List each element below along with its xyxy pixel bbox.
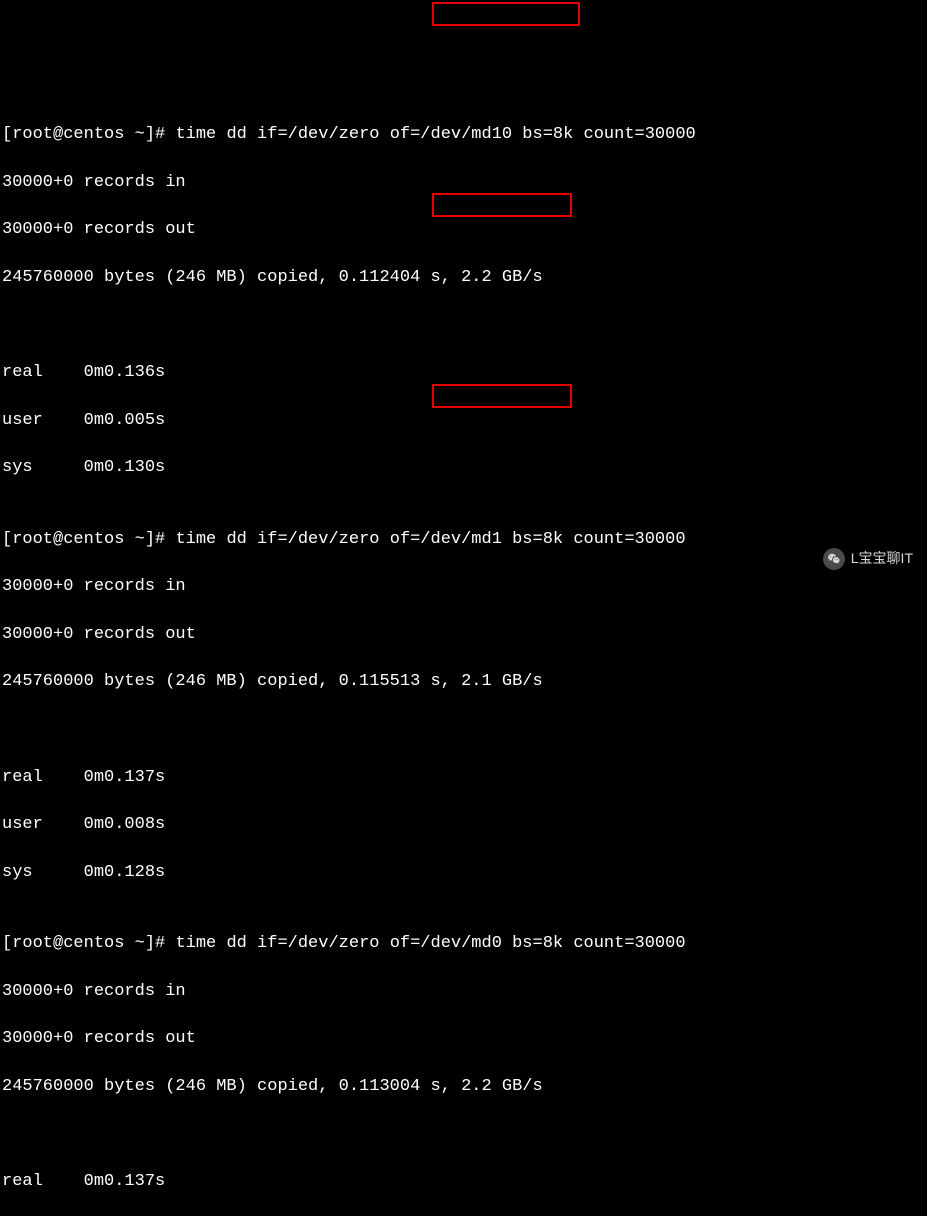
time-real: real 0m0.137s [2, 766, 925, 790]
cmd-of-arg: of=/dev/md10 [390, 125, 512, 144]
records-in: 30000+0 records in [2, 171, 925, 195]
wechat-icon [823, 548, 845, 570]
records-out: 30000+0 records out [2, 218, 925, 242]
copy-summary: 245760000 bytes (246 MB) copied, 0.11240… [2, 266, 925, 290]
time-real: real 0m0.137s [2, 1170, 925, 1194]
terminal-line: [root@centos ~]# time dd if=/dev/zero of… [2, 528, 925, 552]
highlight-box [432, 193, 572, 217]
prompt: [root@centos ~]# [2, 934, 175, 953]
time-sys: sys 0m0.130s [2, 456, 925, 480]
cmd-post: bs=8k count=30000 [502, 530, 686, 549]
records-out: 30000+0 records out [2, 623, 925, 647]
cmd-of-arg: of=/dev/md0 [390, 934, 502, 953]
blank-line [2, 313, 925, 337]
highlight-box [432, 384, 572, 408]
copy-summary: 245760000 bytes (246 MB) copied, 0.11551… [2, 670, 925, 694]
watermark: L宝宝聊IT [823, 548, 913, 570]
terminal-line: [root@centos ~]# time dd if=/dev/zero of… [2, 123, 925, 147]
time-user: user 0m0.008s [2, 813, 925, 837]
copy-summary: 245760000 bytes (246 MB) copied, 0.11300… [2, 1075, 925, 1099]
cmd-post: bs=8k count=30000 [502, 934, 686, 953]
cmd-post: bs=8k count=30000 [512, 125, 696, 144]
cmd-pre: time dd if=/dev/zero [175, 934, 389, 953]
time-user: user 0m0.005s [2, 409, 925, 433]
prompt: [root@centos ~]# [2, 125, 175, 144]
cmd-pre: time dd if=/dev/zero [175, 125, 389, 144]
records-in: 30000+0 records in [2, 575, 925, 599]
terminal-line: [root@centos ~]# time dd if=/dev/zero of… [2, 932, 925, 956]
watermark-text: L宝宝聊IT [851, 549, 913, 569]
cmd-pre: time dd if=/dev/zero [175, 530, 389, 549]
blank-line [2, 718, 925, 742]
records-out: 30000+0 records out [2, 1027, 925, 1051]
highlight-box [432, 2, 580, 26]
time-sys: sys 0m0.128s [2, 861, 925, 885]
blank-line [2, 1122, 925, 1146]
time-real: real 0m0.136s [2, 361, 925, 385]
cmd-of-arg: of=/dev/md1 [390, 530, 502, 549]
prompt: [root@centos ~]# [2, 530, 175, 549]
records-in: 30000+0 records in [2, 980, 925, 1004]
